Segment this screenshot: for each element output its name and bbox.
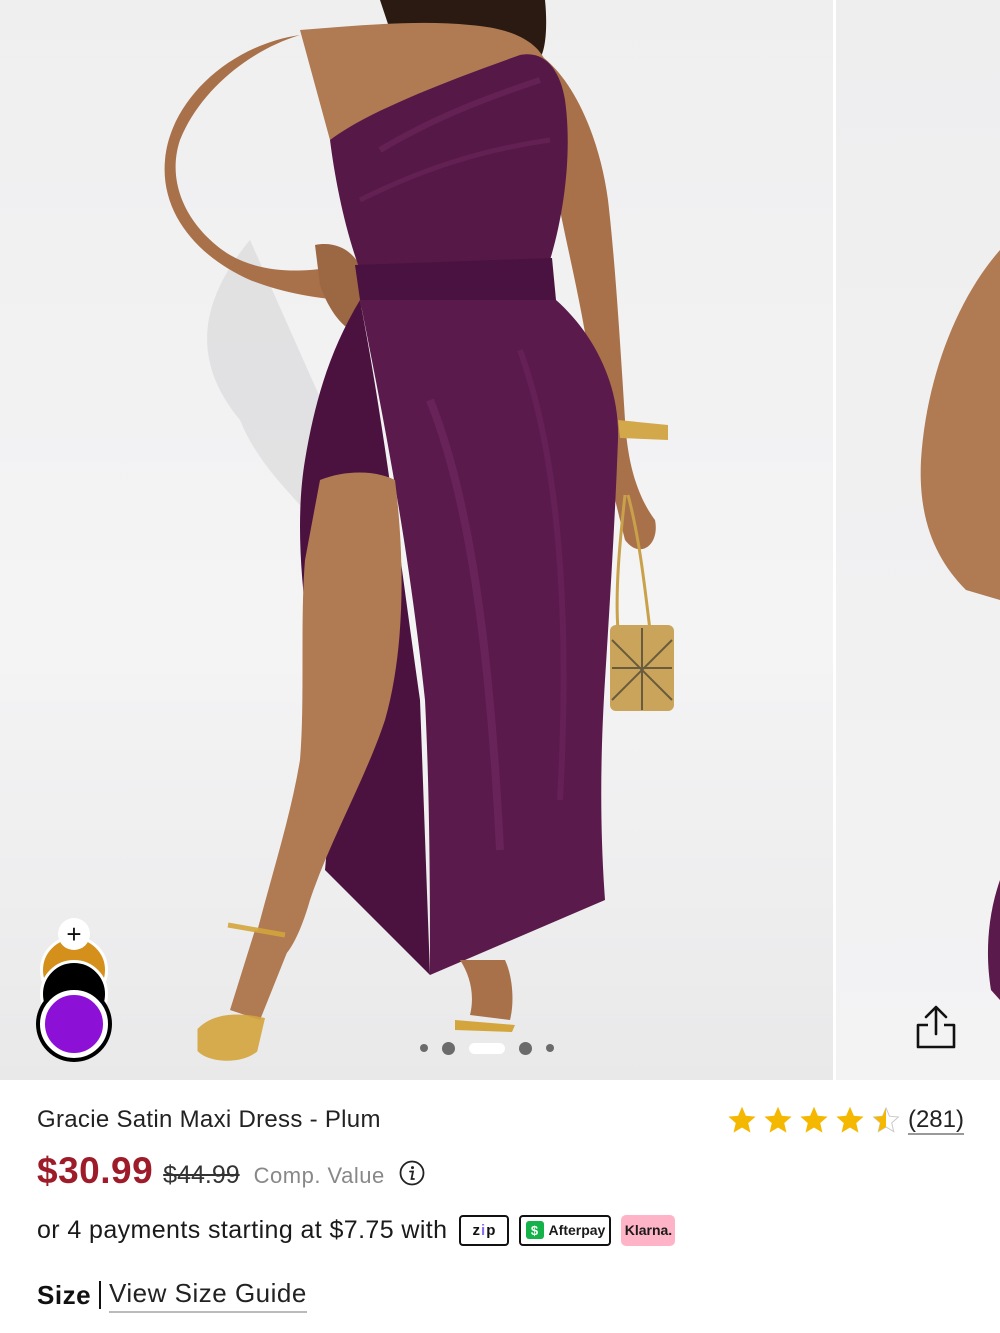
installment-text: or 4 payments starting at $7.75 with	[37, 1215, 448, 1244]
product-header: Gracie Satin Maxi Dress - Plum (281)	[37, 1100, 964, 1140]
product-image-next[interactable]	[836, 0, 1000, 1080]
info-icon[interactable]	[399, 1160, 425, 1186]
star-full-icon	[728, 1106, 756, 1133]
installment-payments: or 4 payments starting at $7.75 with zip…	[37, 1210, 685, 1250]
model-photo-next	[920, 250, 1000, 1000]
star-full-icon	[800, 1106, 828, 1133]
afterpay-badge[interactable]: $ Afterpay	[519, 1214, 612, 1246]
klarna-badge[interactable]: Klarna.	[621, 1214, 676, 1246]
klarna-label: Klarna.	[624, 1222, 673, 1238]
review-count-link[interactable]: (281)	[908, 1106, 964, 1134]
add-color-button[interactable]: +	[58, 918, 90, 950]
swatch-plum-selected[interactable]	[40, 990, 108, 1058]
model-photo	[164, 0, 674, 1061]
price-row: $30.99 $44.99 Comp. Value	[37, 1150, 425, 1196]
size-label: Size	[37, 1279, 92, 1310]
carousel-dot[interactable]	[546, 1044, 554, 1052]
product-image-gallery[interactable]: +	[0, 0, 1000, 1080]
carousel-dots	[420, 1040, 554, 1056]
star-half-icon	[872, 1106, 900, 1133]
original-price: $44.99	[163, 1161, 240, 1189]
sale-price: $30.99	[37, 1150, 154, 1191]
size-row: Size View Size Guide	[37, 1275, 307, 1315]
color-swatch-stack: +	[38, 918, 110, 1060]
star-full-icon	[764, 1106, 792, 1133]
dollar-icon: $	[525, 1221, 544, 1239]
carousel-dot-active[interactable]	[469, 1042, 505, 1054]
product-title: Gracie Satin Maxi Dress - Plum	[37, 1106, 381, 1133]
product-rating[interactable]: (281)	[728, 1106, 964, 1134]
carousel-dot[interactable]	[420, 1044, 428, 1052]
afterpay-label: Afterpay	[548, 1222, 606, 1238]
carousel-dot[interactable]	[519, 1041, 532, 1055]
product-image-main[interactable]	[0, 0, 833, 1080]
comp-value-label: Comp. Value	[253, 1163, 385, 1188]
divider	[99, 1281, 102, 1309]
zip-badge[interactable]: zip	[459, 1214, 510, 1246]
share-icon[interactable]	[912, 1003, 960, 1051]
star-full-icon	[836, 1106, 864, 1133]
rating-stars	[728, 1106, 900, 1134]
view-size-guide-link[interactable]: View Size Guide	[109, 1278, 307, 1313]
carousel-dot[interactable]	[442, 1041, 455, 1055]
